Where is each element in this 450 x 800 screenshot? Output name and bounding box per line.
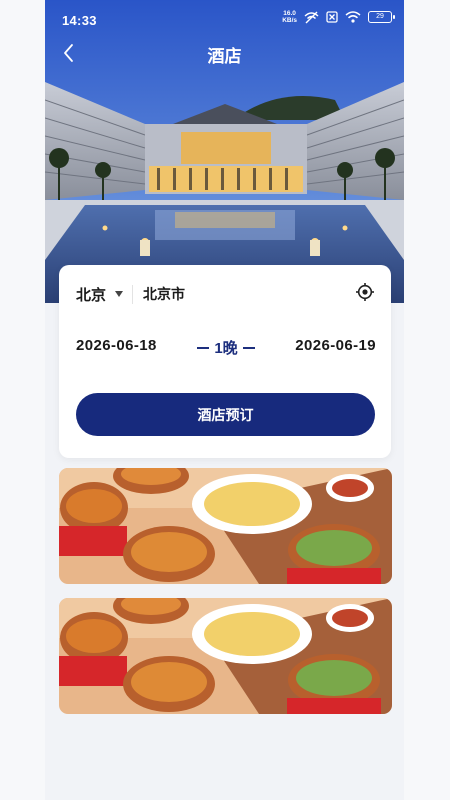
- divider: [132, 284, 134, 304]
- promo-banner-1[interactable]: [59, 468, 392, 584]
- net-speed-unit: KB/s: [282, 17, 297, 24]
- nav-bar: 酒店: [45, 38, 404, 68]
- check-out-date[interactable]: 2026-06-19: [295, 337, 376, 354]
- right-margin: [404, 0, 450, 800]
- net-speed: 16.0 KB/s: [282, 10, 297, 24]
- status-time: 14:33: [62, 13, 97, 28]
- food-promo-image: [59, 468, 392, 584]
- left-margin: [0, 0, 45, 800]
- dropdown-triangle-icon[interactable]: [115, 291, 124, 297]
- dash-right: [242, 347, 255, 350]
- city-selector[interactable]: 北京 北京市: [76, 284, 185, 304]
- hotel-search-card: 北京 北京市 2026-06-18 1晚 2026-06-19 酒店预订: [59, 265, 391, 458]
- status-bar: 14:33 16.0 KB/s 29: [45, 0, 404, 38]
- app-screen: 14:33 16.0 KB/s 29 酒店 北京 北京市 2026-06-18 …: [45, 0, 404, 800]
- district-name[interactable]: 北京市: [143, 284, 185, 304]
- food-promo-image: [59, 598, 392, 714]
- battery-icon: 29: [368, 11, 395, 23]
- city-name[interactable]: 北京: [76, 284, 106, 305]
- wifi-icon: [345, 11, 361, 23]
- dash-left: [197, 347, 210, 350]
- date-range: 2026-06-18 1晚 2026-06-19: [76, 337, 376, 359]
- no-sim-icon: [326, 11, 338, 23]
- locate-icon[interactable]: [355, 282, 375, 302]
- promo-banner-2[interactable]: [59, 598, 392, 714]
- nights-label: 1晚: [214, 340, 238, 357]
- hotel-booking-button[interactable]: 酒店预订: [76, 393, 375, 436]
- wifi-off-icon: [304, 11, 319, 23]
- net-speed-value: 16.0: [283, 10, 296, 17]
- page-title: 酒店: [207, 47, 242, 66]
